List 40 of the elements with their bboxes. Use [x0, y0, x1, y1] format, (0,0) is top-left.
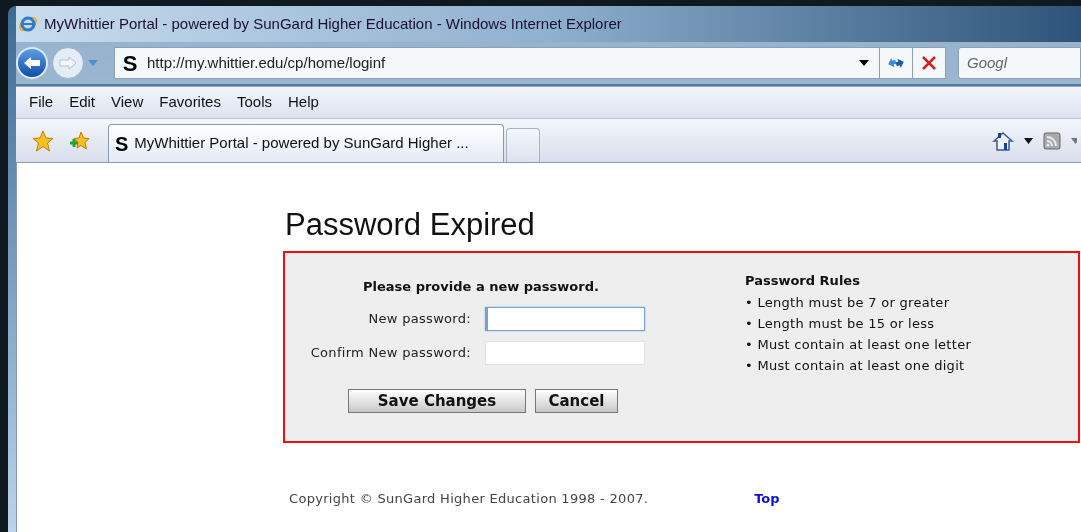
site-logo-icon: S — [119, 52, 141, 74]
back-arrow-icon — [23, 56, 41, 70]
url-text: http://my.whittier.edu/cp/home/loginf — [147, 52, 387, 73]
cancel-button[interactable]: Cancel — [535, 388, 618, 413]
menu-item[interactable]: Favorites — [152, 91, 228, 114]
menu-item[interactable]: Tools — [229, 91, 279, 114]
browser-tab[interactable] — [506, 128, 540, 162]
rule-item: • Must contain at least one digit — [745, 356, 966, 375]
instruction-text: Please provide a new password. — [363, 278, 600, 296]
rule-item: • Length must be 7 or greater — [745, 293, 951, 312]
menu-item[interactable]: View — [104, 91, 151, 114]
dropdown-arrow-icon[interactable] — [859, 60, 869, 66]
page-heading: Password Expired — [285, 206, 536, 244]
address-field[interactable]: S http://my.whittier.edu/cp/home/loginf — [114, 47, 946, 79]
star-icon[interactable] — [32, 129, 54, 152]
forward-arrow-icon — [59, 56, 77, 70]
back-button[interactable] — [16, 47, 48, 79]
copyright-text: Copyright © SunGard Higher Education 1998 - 2007. — [289, 490, 649, 508]
close-icon — [922, 56, 936, 70]
home-icon[interactable] — [992, 130, 1014, 151]
search-field[interactable]: Googl — [958, 47, 1081, 79]
search-placeholder: Googl — [967, 52, 1008, 73]
rule-item: • Length must be 15 or less — [745, 314, 936, 333]
password-field[interactable] — [485, 306, 645, 331]
field-label: New password: — [367, 309, 472, 328]
browser-logo-icon — [18, 14, 38, 34]
browser-tab[interactable]: S MyWhittier Portal - powered by SunGard Higher ... — [108, 124, 504, 162]
window-title: MyWhittier Portal - powered by SunGard Higher Education - Windows Internet Explorer — [44, 13, 622, 34]
save-button[interactable]: Save Changes — [348, 388, 526, 413]
menu-item[interactable]: File — [22, 91, 61, 114]
add-favorite-icon[interactable] — [68, 129, 90, 152]
dropdown-arrow-icon[interactable] — [1024, 137, 1033, 144]
site-logo-icon: S — [115, 128, 129, 159]
rules-title: Password Rules — [745, 272, 861, 290]
menu-item[interactable]: Edit — [62, 91, 103, 114]
menu-item[interactable]: Help — [281, 91, 326, 114]
field-label: Confirm New password: — [309, 343, 472, 362]
feed-icon[interactable] — [1043, 131, 1061, 150]
top-link[interactable]: Top — [754, 489, 780, 509]
rule-item: • Must contain at least one letter — [745, 335, 972, 354]
